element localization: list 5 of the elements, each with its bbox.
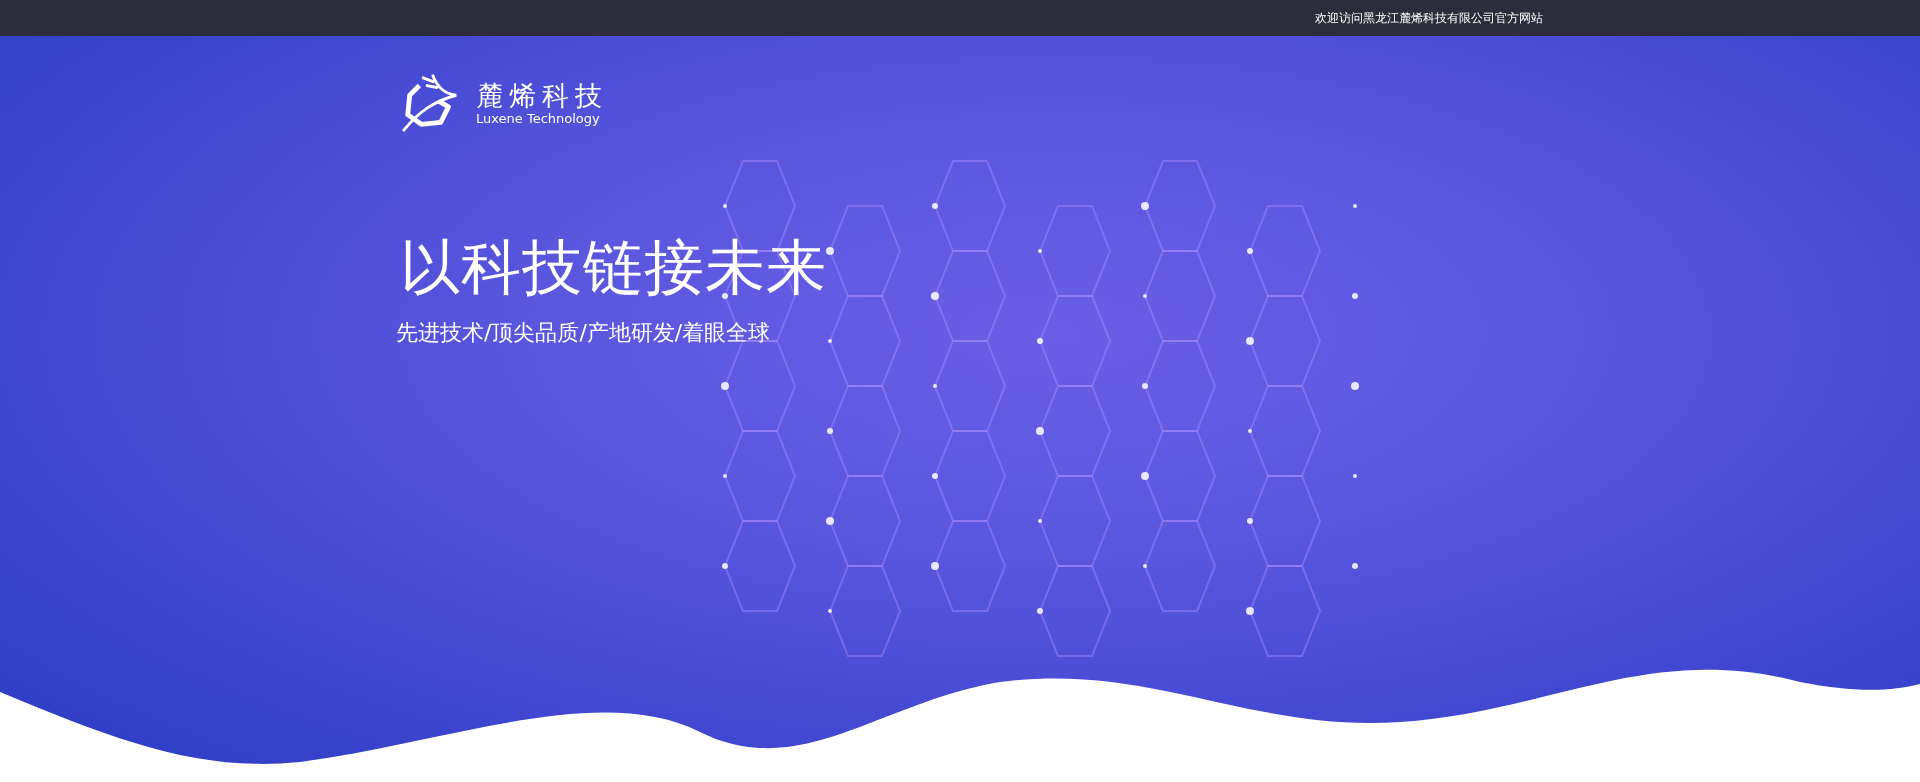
hero-headline: 以科技链接未来 [400, 234, 828, 300]
hero-tagline: 先进技术/顶尖品质/产地研发/着眼全球 [396, 319, 772, 347]
company-name: 麓烯科技 [476, 79, 608, 111]
company-subtitle: Luxene Technology [476, 111, 601, 126]
welcome-text: 欢迎访问黑龙江麓烯科技有限公司官方网站 [1315, 9, 1543, 27]
